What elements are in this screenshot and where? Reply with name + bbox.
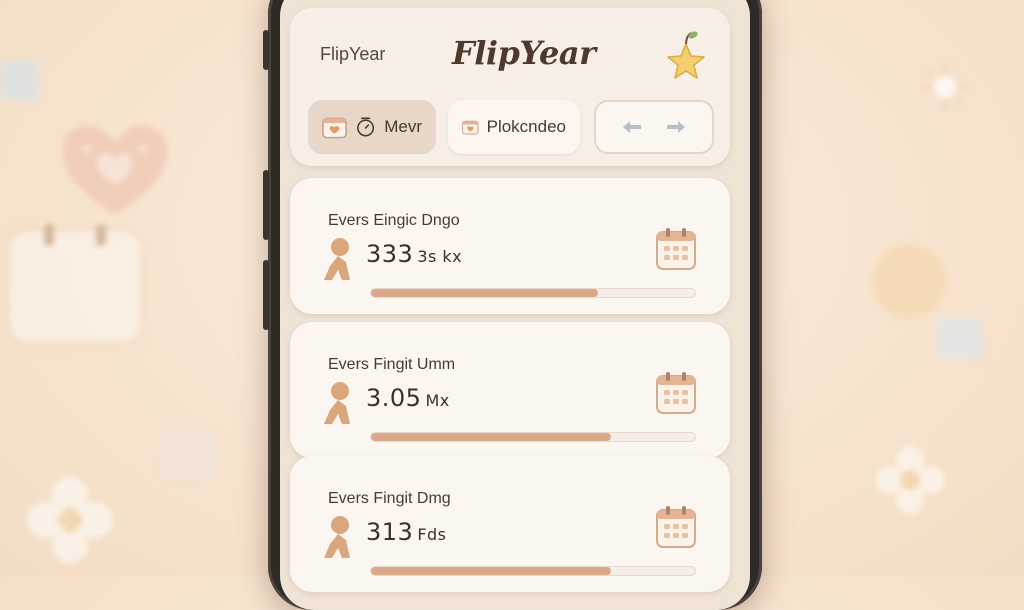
person-figure-icon (324, 238, 350, 280)
card-title: Evers Eingic Dngo (328, 212, 460, 229)
left-arrow-icon[interactable] (620, 117, 644, 137)
card-value-unit: Fds (417, 525, 447, 544)
puzzle-decoration (160, 430, 216, 480)
progress-fill (371, 567, 611, 575)
timer-icon (357, 117, 375, 137)
calendar-decoration (10, 224, 140, 342)
card-value: 333 3s kx (366, 240, 462, 268)
card-value-unit: Mx (425, 391, 450, 410)
heart-calendar-icon (322, 117, 347, 139)
calendar-icon[interactable] (654, 504, 698, 550)
card-value-number: 313 (366, 518, 414, 546)
puzzle-decoration (0, 60, 40, 100)
heart-calendar-icon (462, 120, 479, 135)
phone-volume-down-button (263, 260, 269, 330)
sun-decoration-icon (921, 63, 969, 111)
flower-decoration-icon (27, 477, 113, 563)
calendar-icon[interactable] (654, 370, 698, 416)
progress-bar (370, 288, 696, 298)
tab-navigation-arrows[interactable] (594, 100, 714, 154)
tab-mevr[interactable]: Mevr (308, 100, 436, 154)
card-title: Evers Fingit Umm (328, 356, 456, 373)
star-icon[interactable] (662, 30, 710, 82)
person-figure-icon (324, 516, 350, 558)
progress-bar (370, 566, 696, 576)
header-card: FlipYear FlipYear Mevr Plokcndeo (290, 8, 730, 166)
phone-volume-up-button (263, 170, 269, 240)
card-value: 313 Fds (366, 518, 447, 546)
app-logo-title: FlipYear (452, 34, 596, 72)
app-name-label: FlipYear (320, 44, 386, 64)
flower-decoration-icon (876, 446, 944, 514)
right-arrow-icon[interactable] (664, 117, 688, 137)
card-value-number: 3.05 (366, 384, 422, 412)
progress-bar (370, 432, 696, 442)
tab-plokcndeo[interactable]: Plokcndeo (448, 100, 580, 154)
progress-fill (371, 433, 611, 441)
stat-card[interactable]: Evers Eingic Dngo 333 3s kx (290, 178, 730, 314)
app-screen: FlipYear FlipYear Mevr Plokcndeo Evers E… (280, 0, 750, 610)
puzzle-decoration (936, 318, 982, 358)
card-value: 3.05 Mx (366, 384, 450, 412)
phone-side-button (263, 30, 269, 70)
stat-card[interactable]: Evers Fingit Dmg 313 Fds (290, 456, 730, 592)
heart-decoration-icon (62, 125, 168, 215)
stat-card[interactable]: Evers Fingit Umm 3.05 Mx (290, 322, 730, 458)
card-value-number: 333 (366, 240, 414, 268)
person-figure-icon (324, 382, 350, 424)
phone-frame: FlipYear FlipYear Mevr Plokcndeo Evers E… (263, 0, 762, 610)
tab-plokcndeo-label: Plokcndeo (486, 117, 566, 136)
heart-coin-decoration (872, 244, 946, 318)
card-title: Evers Fingit Dmg (328, 490, 451, 507)
tab-mevr-label: Mevr (384, 117, 422, 136)
calendar-icon[interactable] (654, 226, 698, 272)
card-value-unit: 3s kx (417, 247, 463, 266)
progress-fill (371, 289, 598, 297)
